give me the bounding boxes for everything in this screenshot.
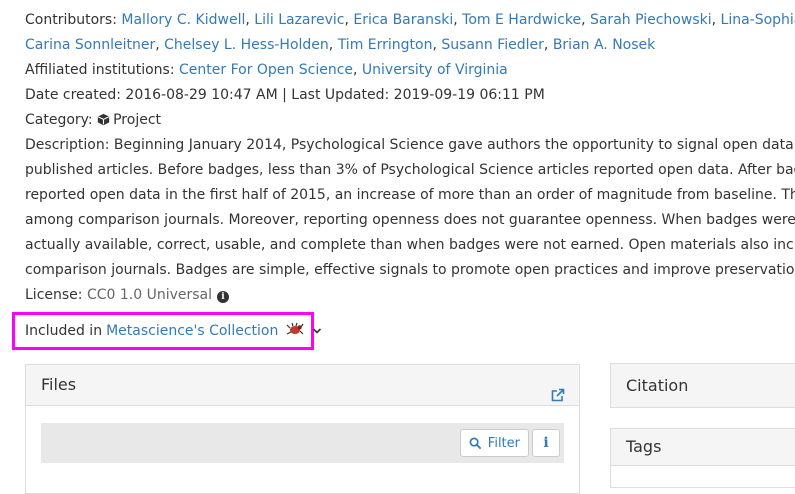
contributor-link[interactable]: Carina Sonnleitner xyxy=(25,37,155,53)
category-line: Category: Project xyxy=(25,108,795,133)
files-panel-header: Files xyxy=(26,365,579,406)
contributor-link[interactable]: Tom E Hardwicke xyxy=(462,12,581,28)
search-icon xyxy=(469,437,482,449)
contributors-line: Contributors: Mallory C. Kidwell, Lili L… xyxy=(25,8,795,33)
files-panel: Files Filter i xyxy=(25,364,580,494)
description-line-5: actually available, correct, usable, and… xyxy=(25,237,795,253)
contributor-link[interactable]: Sarah Piechowski xyxy=(590,12,712,28)
license-value[interactable]: CC0 1.0 Universal xyxy=(87,287,212,303)
contributor-link[interactable]: Erica Baranski xyxy=(353,12,453,28)
contributor-link[interactable]: Tim Errington xyxy=(338,37,433,53)
collection-link[interactable]: Metascience's Collection xyxy=(106,323,278,339)
affiliation-link-uva[interactable]: University of Virginia xyxy=(362,62,508,78)
category-value: Project xyxy=(113,112,162,128)
files-info-button[interactable]: i xyxy=(532,429,560,457)
filter-button[interactable]: Filter xyxy=(459,429,529,457)
bug-icon xyxy=(286,322,304,340)
contributor-link[interactable]: Brian A. Nosek xyxy=(553,37,655,53)
contributors-list-2: Carina Sonnleitner, Chelsey L. Hess-Hold… xyxy=(25,37,656,53)
dates-line: Date created: 2016-08-29 10:47 AM | Last… xyxy=(25,87,545,103)
chevron-down-icon[interactable] xyxy=(312,323,322,339)
cube-icon xyxy=(97,110,110,133)
external-link-icon[interactable] xyxy=(551,377,565,417)
files-toolbar: Filter i xyxy=(41,423,564,463)
contributors-line-2: Carina Sonnleitner, Chelsey L. Hess-Hold… xyxy=(25,33,795,58)
license-line: License: CC0 1.0 Universal i xyxy=(25,283,795,308)
contributors-label: Contributors: xyxy=(25,12,117,28)
affiliations-line: Affiliated institutions: Center For Open… xyxy=(25,62,508,78)
tags-panel: Tags xyxy=(610,428,795,488)
description-line-3: reported open data in the first half of … xyxy=(25,187,795,203)
description-line-1: Description: Beginning January 2014, Psy… xyxy=(25,137,795,153)
included-in-collection: Included in Metascience's Collection xyxy=(12,312,322,350)
citation-panel[interactable]: Citation xyxy=(610,363,795,408)
contributor-link[interactable]: Lili Lazarevic xyxy=(254,12,344,28)
license-label: License: xyxy=(25,287,83,303)
contributor-link[interactable]: Chelsey L. Hess-Holden xyxy=(164,37,329,53)
contributor-link[interactable]: Mallory C. Kidwell xyxy=(121,12,245,28)
contributor-link[interactable]: Lina-Sophia Falkenberg xyxy=(721,12,795,28)
description-line-2: published articles. Before badges, less … xyxy=(25,162,795,178)
info-circle-icon[interactable]: i xyxy=(217,291,230,303)
category-label: Category: xyxy=(25,112,93,128)
affiliations-label: Affiliated institutions: xyxy=(25,62,175,78)
files-title: Files xyxy=(41,375,77,394)
description-line-4: among comparison journals. Moreover, rep… xyxy=(25,212,795,228)
tags-title: Tags xyxy=(611,429,795,466)
collection-prefix: Included in xyxy=(25,323,103,339)
project-metadata: Contributors: Mallory C. Kidwell, Lili L… xyxy=(25,8,795,308)
filter-label: Filter xyxy=(487,435,520,451)
affiliation-link-cos[interactable]: Center For Open Science xyxy=(179,62,353,78)
contributors-list: Mallory C. Kidwell, Lili Lazarevic, Eric… xyxy=(121,12,795,28)
description-line-6: comparison journals. Badges are simple, … xyxy=(25,262,795,278)
citation-title[interactable]: Citation xyxy=(611,364,795,407)
contributor-link[interactable]: Susann Fiedler xyxy=(441,37,544,53)
